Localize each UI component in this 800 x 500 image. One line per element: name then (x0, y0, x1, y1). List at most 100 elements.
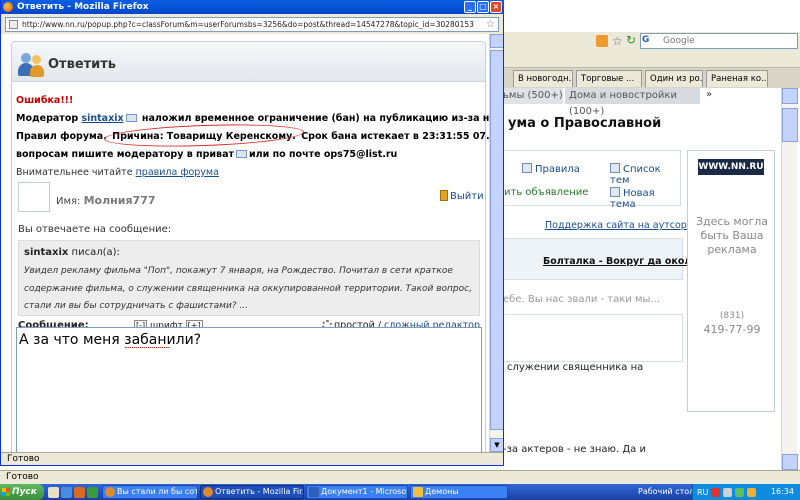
envelope-icon[interactable] (125, 114, 137, 122)
chevron-right-icon[interactable]: » (706, 89, 712, 100)
banner-phone-code: (831) (719, 311, 745, 321)
logout-link[interactable]: Выйти (440, 190, 484, 202)
error-text: Правил форума. (16, 131, 107, 142)
scroll-thumb[interactable] (490, 50, 503, 430)
subforum-link[interactable]: Болталка - Вокруг да около. (543, 256, 701, 267)
page-icon (9, 20, 18, 29)
google-search-icon[interactable]: G (642, 35, 656, 46)
forum-actions-box: Правила Список тем ить объявление Новая … (503, 150, 681, 210)
new-topic-icon (610, 187, 620, 197)
message-textarea[interactable]: А за что меня забанили? (16, 327, 482, 452)
task-button[interactable]: Демоны (410, 485, 508, 499)
search-input[interactable]: Google (640, 33, 798, 49)
error-line: Модератор sintaxix наложил временное огр… (16, 110, 503, 128)
start-label: Пуск (12, 487, 37, 497)
post-ad-link[interactable]: ить объявление (504, 187, 588, 198)
desktop-toolbar[interactable]: Рабочий стол (638, 487, 694, 496)
moderator-link[interactable]: sintaxix (81, 113, 123, 124)
browser-tab[interactable]: Один из ро... (645, 70, 703, 87)
minimize-button[interactable]: _ (464, 1, 476, 13)
tray-icon[interactable] (711, 487, 721, 497)
error-text: Срок бана истекает в 23:31:55 07.07.2011… (301, 131, 503, 142)
quote-text: Увидел рекламу фильма "Поп", покажут 7 я… (24, 266, 472, 311)
popup-status-bar: Готово (1, 452, 503, 465)
banner-phone: 419-77-99 (703, 323, 761, 336)
bookmark-star-icon[interactable]: ☆ (486, 18, 495, 31)
clock: 16:34 (770, 487, 794, 496)
browser-tab-strip: В новогодн... Торговые ... Один из ро...… (503, 68, 800, 88)
reply-popup-window: Ответить - Mozilla Firefox _ □ × http://… (0, 0, 504, 466)
avatar (18, 182, 50, 212)
maximize-button[interactable]: □ (477, 1, 489, 13)
task-button-active[interactable]: Ответить - Mozilla Fir... (200, 485, 304, 499)
task-button[interactable]: Документ1 - Microsoft ... (306, 485, 408, 499)
bookmarks-toolbar (503, 52, 800, 68)
document-icon (522, 163, 532, 173)
rules-link[interactable]: Правила (522, 163, 580, 175)
window-controls: _ □ × (464, 1, 502, 13)
exit-icon (440, 190, 448, 201)
show-desktop-icon[interactable] (48, 486, 59, 498)
error-text: наложил временное ограничение (бан) на п… (141, 113, 503, 124)
ad-banner[interactable]: WWW.NN.RU Здесь могла быть Ваша реклама … (687, 150, 775, 412)
task-label: Вы стали ли бы сотруд... (117, 487, 197, 496)
window-titlebar[interactable]: Ответить - Mozilla Firefox _ □ × (1, 0, 504, 14)
envelope-icon[interactable] (236, 150, 247, 158)
quote-author: sintaxix (24, 247, 69, 258)
firefox-icon (203, 487, 213, 497)
close-button[interactable]: × (490, 1, 502, 13)
word-icon (309, 487, 319, 497)
quote-author-line: sintaxix писал(а): (24, 247, 120, 258)
language-indicator[interactable]: RU (697, 488, 708, 497)
list-icon (610, 163, 620, 173)
error-text: или по почте ops75@list.ru (249, 149, 398, 160)
quoted-message: sintaxix писал(а): Увидел рекламу фильма… (18, 240, 480, 316)
system-tray: RU 16:34 (692, 484, 800, 500)
error-line: Правил форума. Причина: Товарищу Керенск… (16, 128, 503, 146)
rss-feed-icon[interactable] (596, 35, 608, 47)
error-text: вопросам пишите модератору в приват (16, 149, 234, 160)
forum-rules-link[interactable]: правила форума (136, 167, 219, 178)
topic-list-link[interactable]: Список тем (610, 163, 680, 186)
bookmark-star-icon[interactable]: ☆ (612, 34, 623, 48)
page-scrollbar[interactable] (781, 88, 798, 470)
firefox-icon (3, 2, 13, 12)
browser-tab[interactable]: Торговые ... (576, 70, 642, 87)
firefox-icon[interactable] (74, 486, 85, 498)
reply-form: Ответить Ошибка!!! Модератор sintaxix на… (11, 41, 503, 452)
refresh-icon[interactable]: ↻ (626, 33, 640, 47)
error-text: Модератор (16, 113, 79, 124)
section-tab[interactable]: Дома и новостройки (100+) (565, 88, 700, 117)
scroll-down-button[interactable] (782, 454, 798, 470)
rules-link-label: Правила (535, 164, 580, 175)
forum-title: ума о Православной (508, 116, 662, 131)
task-button[interactable]: Вы стали ли бы сотруд... (102, 485, 198, 499)
url-text: http://www.nn.ru/popup.php?c=classForum&… (22, 20, 474, 29)
windows-logo-icon (2, 488, 10, 496)
tray-icon[interactable] (735, 487, 745, 497)
new-topic-link[interactable]: Новая тема (610, 187, 680, 210)
users-icon (18, 52, 48, 78)
browser-tab[interactable]: Раненая ко... (706, 70, 768, 87)
media-icon[interactable] (87, 486, 98, 498)
scroll-thumb[interactable] (782, 108, 798, 142)
popup-scrollbar[interactable]: ▼ (489, 34, 503, 452)
firefox-icon (105, 487, 115, 497)
browser-tab[interactable]: В новогодн... (513, 70, 573, 87)
scroll-up-button[interactable] (782, 88, 798, 104)
ie-icon[interactable] (61, 486, 72, 498)
page-title: Ответить (48, 57, 117, 72)
scroll-down-button[interactable]: ▼ (490, 438, 503, 452)
start-button[interactable]: Пуск (0, 484, 44, 500)
url-bar[interactable]: http://www.nn.ru/popup.php?c=classForum&… (5, 17, 499, 32)
section-tab[interactable]: ьмы (500+) (503, 88, 563, 104)
username: Молния777 (83, 194, 156, 207)
ban-reason: Причина: Товарищу Керенскому. (110, 128, 298, 146)
popup-page: Ответить Ошибка!!! Модератор sintaxix на… (1, 34, 503, 452)
scroll-up-button[interactable] (490, 34, 503, 48)
tray-icon[interactable] (723, 487, 733, 497)
name-label: Имя: (56, 196, 81, 207)
tray-icon[interactable] (747, 487, 757, 497)
support-link[interactable]: Поддержка сайта на аутсорсинг (545, 220, 709, 231)
ban-error-message: Ошибка!!! Модератор sintaxix наложил вре… (16, 92, 503, 182)
